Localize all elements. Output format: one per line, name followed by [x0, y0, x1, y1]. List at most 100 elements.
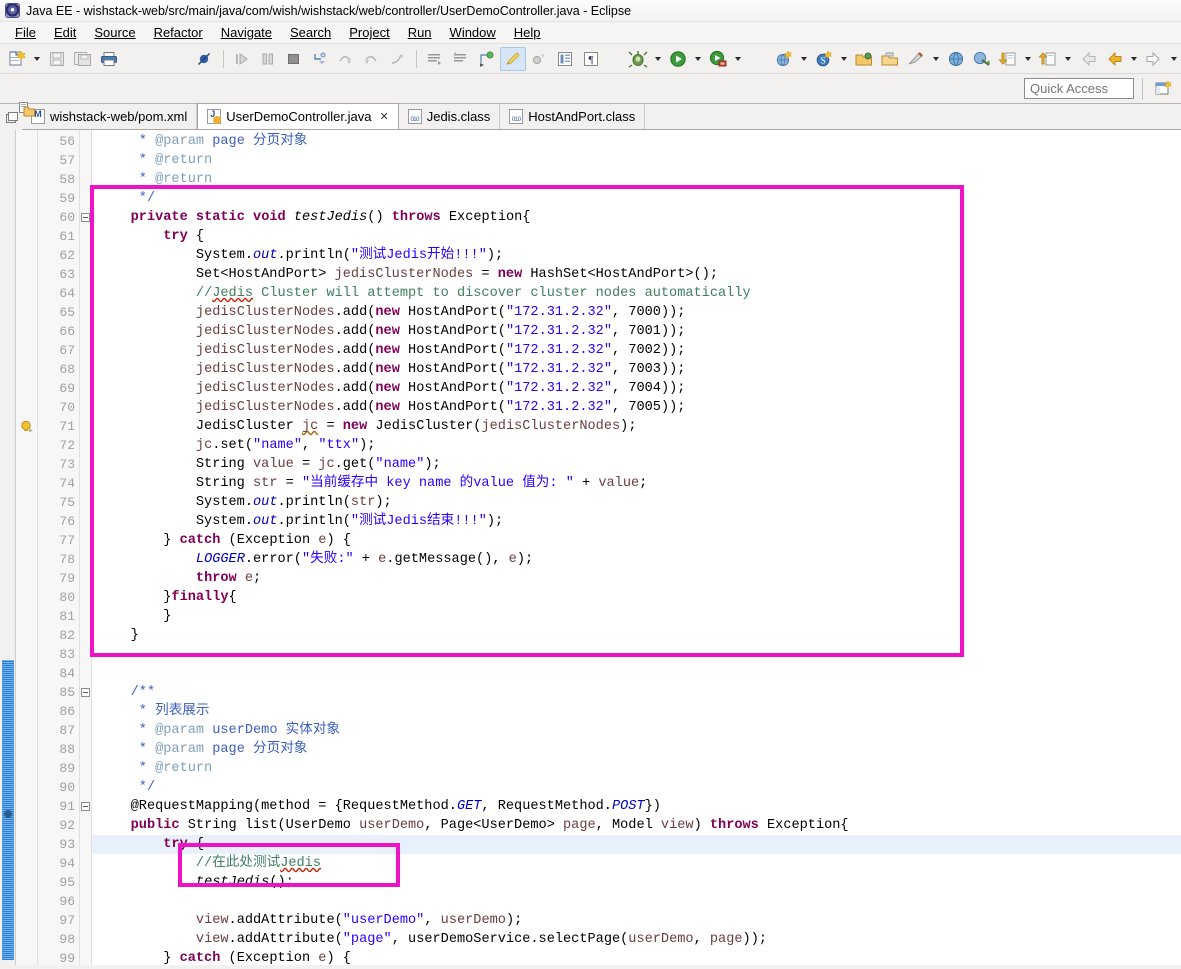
- back-icon[interactable]: [1075, 47, 1101, 71]
- tab-userdemocontroller-java[interactable]: UserDemoController.java ✕: [197, 103, 399, 129]
- code-line[interactable]: testJedis();: [92, 873, 1181, 892]
- new-java-project-icon[interactable]: [771, 47, 797, 71]
- run-icon[interactable]: [665, 47, 691, 71]
- code-line[interactable]: Set<HostAndPort> jedisClusterNodes = new…: [92, 265, 1181, 284]
- vertical-scrollbar[interactable]: [0, 130, 16, 969]
- new-dropdown-caret[interactable]: [30, 47, 44, 71]
- fold-toggle[interactable]: [81, 213, 90, 222]
- code-line[interactable]: } catch (Exception e) {: [92, 531, 1181, 550]
- code-line[interactable]: System.out.println(str);: [92, 493, 1181, 512]
- coverage-icon[interactable]: [526, 47, 552, 71]
- code-line[interactable]: * @return: [92, 759, 1181, 778]
- code-line[interactable]: private static void testJedis() throws E…: [92, 208, 1181, 227]
- resume-icon[interactable]: [229, 47, 255, 71]
- code-line[interactable]: }finally{: [92, 588, 1181, 607]
- drop-to-frame-icon[interactable]: [385, 47, 411, 71]
- tab-pom-xml[interactable]: wishstack-web/pom.xml: [22, 104, 198, 129]
- code-line[interactable]: public String list(UserDemo userDemo, Pa…: [92, 816, 1181, 835]
- open-task-icon[interactable]: [877, 47, 903, 71]
- open-perspective-icon[interactable]: [1151, 77, 1177, 101]
- code-line[interactable]: }: [92, 626, 1181, 645]
- open-resource-caret[interactable]: [929, 47, 943, 71]
- web-browser-icon[interactable]: [943, 47, 969, 71]
- code-line[interactable]: view.addAttribute("userDemo", userDemo);: [92, 911, 1181, 930]
- scrollbar-thumb[interactable]: [2, 660, 14, 960]
- menu-item-navigate[interactable]: Navigate: [212, 23, 281, 42]
- code-line[interactable]: * @return: [92, 151, 1181, 170]
- code-line[interactable]: @RequestMapping(method = {RequestMethod.…: [92, 797, 1181, 816]
- open-type-icon[interactable]: [851, 47, 877, 71]
- code-line[interactable]: * @param page 分页对象: [92, 740, 1181, 759]
- code-line[interactable]: jedisClusterNodes.add(new HostAndPort("1…: [92, 360, 1181, 379]
- tab-hostandport-class[interactable]: HostAndPort.class: [500, 104, 646, 129]
- code-line[interactable]: String value = jc.get("name");: [92, 455, 1181, 474]
- code-line[interactable]: * @return: [92, 170, 1181, 189]
- next-icon[interactable]: [1141, 47, 1167, 71]
- menu-item-search[interactable]: Search: [281, 23, 340, 42]
- forward-caret[interactable]: [1127, 47, 1141, 71]
- code-line[interactable]: jedisClusterNodes.add(new HostAndPort("1…: [92, 303, 1181, 322]
- fold-toggle[interactable]: [81, 802, 90, 811]
- show-whitespace-icon[interactable]: [552, 47, 578, 71]
- skip-all-breakpoints-icon[interactable]: [192, 47, 218, 71]
- code-line[interactable]: /**: [92, 683, 1181, 702]
- code-line[interactable]: * 列表展示: [92, 702, 1181, 721]
- code-line[interactable]: System.out.println("测试Jedis结束!!!");: [92, 512, 1181, 531]
- forward-icon[interactable]: [1101, 47, 1127, 71]
- save-all-icon[interactable]: [70, 47, 96, 71]
- fold-gutter[interactable]: [80, 130, 92, 969]
- fold-toggle[interactable]: [81, 688, 90, 697]
- menu-item-refactor[interactable]: Refactor: [145, 23, 212, 42]
- code-line[interactable]: System.out.println("测试Jedis开始!!!");: [92, 246, 1181, 265]
- code-line[interactable]: jedisClusterNodes.add(new HostAndPort("1…: [92, 398, 1181, 417]
- toggle-mark-occurrences-icon[interactable]: [499, 46, 526, 71]
- step-over-icon[interactable]: [333, 47, 359, 71]
- open-resource-icon[interactable]: [903, 47, 929, 71]
- package-explorer-icon[interactable]: [19, 102, 35, 120]
- suspend-icon[interactable]: [255, 47, 281, 71]
- step-into-icon[interactable]: [307, 47, 333, 71]
- run-server-icon[interactable]: [705, 47, 731, 71]
- code-line[interactable]: jedisClusterNodes.add(new HostAndPort("1…: [92, 379, 1181, 398]
- new-wizard-icon[interactable]: [4, 47, 30, 71]
- code-line[interactable]: }: [92, 607, 1181, 626]
- menu-item-help[interactable]: Help: [505, 23, 550, 42]
- search-input[interactable]: [1024, 78, 1134, 99]
- code-line[interactable]: view.addAttribute("page", userDemoServic…: [92, 930, 1181, 949]
- menu-item-project[interactable]: Project: [340, 23, 398, 42]
- print-icon[interactable]: [96, 47, 122, 71]
- code-line[interactable]: try {: [92, 227, 1181, 246]
- menu-item-edit[interactable]: Edit: [45, 23, 85, 42]
- new-servlet-icon[interactable]: S: [811, 47, 837, 71]
- new-servlet-caret[interactable]: [837, 47, 851, 71]
- code-line[interactable]: throw e;: [92, 569, 1181, 588]
- code-line[interactable]: //在此处测试Jedis: [92, 854, 1181, 873]
- export-caret[interactable]: [1061, 47, 1075, 71]
- menu-item-file[interactable]: File: [6, 23, 45, 42]
- debug-dropdown-caret[interactable]: [651, 47, 665, 71]
- new-java-project-caret[interactable]: [797, 47, 811, 71]
- tab-jedis-class[interactable]: Jedis.class: [398, 104, 501, 129]
- code-line[interactable]: LOGGER.error("失败:" + e.getMessage(), e);: [92, 550, 1181, 569]
- code-line[interactable]: */: [92, 778, 1181, 797]
- block-selection-icon[interactable]: ¶: [578, 47, 604, 71]
- code-line[interactable]: * @param userDemo 实体对象: [92, 721, 1181, 740]
- close-icon[interactable]: ✕: [380, 110, 389, 123]
- menu-item-window[interactable]: Window: [441, 23, 505, 42]
- code-line[interactable]: [92, 892, 1181, 911]
- code-line[interactable]: String str = "当前缓存中 key name 的value 值为: …: [92, 474, 1181, 493]
- step-return-icon[interactable]: [359, 47, 385, 71]
- previous-annotation-icon[interactable]: [448, 47, 474, 71]
- last-edit-location-icon[interactable]: [474, 47, 500, 71]
- external-tools-icon[interactable]: [969, 47, 995, 71]
- code-line[interactable]: * @param page 分页对象: [92, 132, 1181, 151]
- next-caret[interactable]: [1167, 47, 1181, 71]
- code-line[interactable]: JedisCluster jc = new JedisCluster(jedis…: [92, 417, 1181, 436]
- code-line[interactable]: //Jedis Cluster will attempt to discover…: [92, 284, 1181, 303]
- code-line[interactable]: jc.set("name", "ttx");: [92, 436, 1181, 455]
- code-line[interactable]: [92, 664, 1181, 683]
- code-line[interactable]: jedisClusterNodes.add(new HostAndPort("1…: [92, 341, 1181, 360]
- marker-gutter[interactable]: [16, 102, 38, 969]
- quick-fix-warning-icon[interactable]: [20, 420, 34, 433]
- code-line[interactable]: try {: [92, 835, 1181, 854]
